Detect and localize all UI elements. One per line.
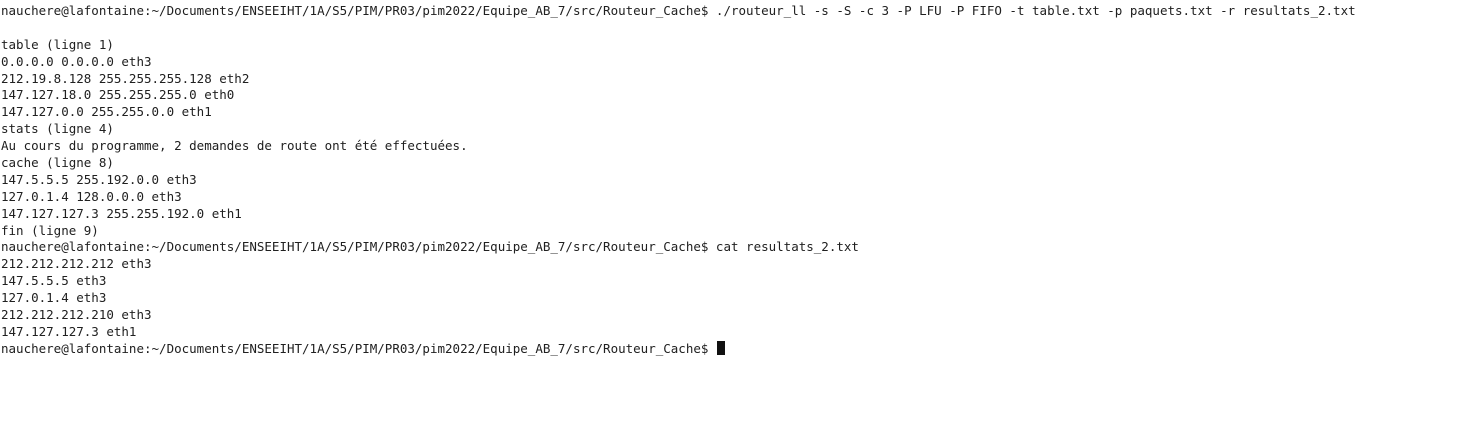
terminal-line-6: 147.127.18.0 255.255.255.0 eth0 xyxy=(1,87,235,103)
terminal-line-19: 212.212.212.210 eth3 xyxy=(1,307,152,323)
terminal-line-17: 147.5.5.5 eth3 xyxy=(1,273,107,289)
terminal-line-5: 212.19.8.128 255.255.255.128 eth2 xyxy=(1,70,250,86)
terminal-line-15: nauchere@lafontaine:~/Documents/ENSEEIHT… xyxy=(1,239,859,255)
terminal-line-3: table (ligne 1) xyxy=(1,36,114,52)
terminal-line-10: cache (ligne 8) xyxy=(1,155,114,171)
terminal-line-9: Au cours du programme, 2 demandes de rou… xyxy=(1,138,468,154)
terminal-line-12: 127.0.1.4 128.0.0.0 eth3 xyxy=(1,188,182,204)
terminal-window[interactable]: nauchere@lafontaine:~/Documents/ENSEEIHT… xyxy=(0,0,1457,421)
terminal-line-1: nauchere@lafontaine:~/Documents/ENSEEIHT… xyxy=(1,3,1356,18)
terminal-line-16: 212.212.212.212 eth3 xyxy=(1,256,152,272)
terminal-cursor[interactable] xyxy=(716,340,725,355)
terminal-line-18: 127.0.1.4 eth3 xyxy=(1,290,107,306)
terminal-line-13: 147.127.127.3 255.255.192.0 eth1 xyxy=(1,205,242,221)
terminal-line-11: 147.5.5.5 255.192.0.0 eth3 xyxy=(1,171,197,187)
terminal-prompt-line[interactable]: nauchere@lafontaine:~/Documents/ENSEEIHT… xyxy=(0,340,1457,358)
terminal-line-4: 0.0.0.0 0.0.0.0 eth3 xyxy=(1,53,152,69)
terminal-line-2 xyxy=(0,20,1457,37)
terminal-line-7: 147.127.0.0 255.255.0.0 eth1 xyxy=(1,104,212,120)
shell-prompt: nauchere@lafontaine:~/Documents/ENSEEIHT… xyxy=(1,340,716,356)
terminal-line-8: stats (ligne 4) xyxy=(1,121,114,137)
terminal-line-20: 147.127.127.3 eth1 xyxy=(1,323,137,339)
terminal-line-14: fin (ligne 9) xyxy=(1,222,99,238)
